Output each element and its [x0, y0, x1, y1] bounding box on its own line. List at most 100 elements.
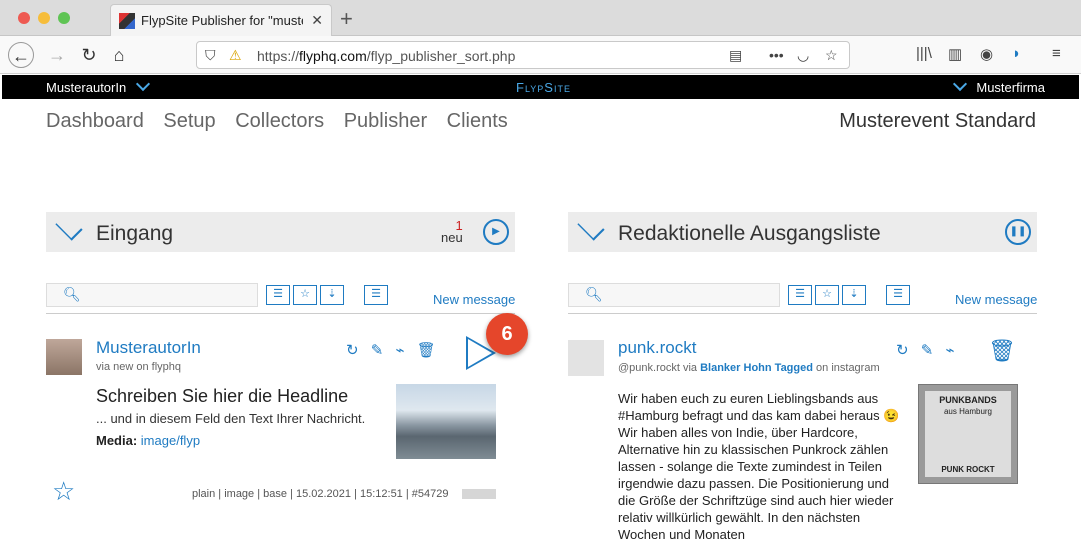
item-media: Media: image/flyp	[96, 433, 200, 448]
thumb-title: PUNKBANDS	[939, 395, 997, 405]
shield-icon[interactable]: ⛉	[205, 47, 216, 64]
sort-icon[interactable]: ⇣	[320, 285, 344, 305]
via-link[interactable]: Blanker Hohn Tagged	[700, 362, 813, 374]
thumb-footer: PUNK ROCKT	[941, 465, 995, 474]
compose-icon[interactable]: ☰	[886, 285, 910, 305]
item-meta: plain | image | base | 15.02.2021 | 15:1…	[192, 488, 449, 500]
close-window-button[interactable]	[18, 12, 30, 24]
pocket-icon[interactable]: ◡	[797, 47, 809, 64]
redacted-field	[462, 489, 496, 499]
item-source: @punk.rockt via Blanker Hohn Tagged on i…	[618, 362, 880, 374]
item-image[interactable]: PUNKBANDS aus Hamburg PUNK ROCKT	[918, 384, 1018, 484]
attach-icon[interactable]: ⌁	[946, 342, 955, 359]
browser-navbar: ← → ↻ ⌂ ⛉ ⚠ https://flyphq.com/flyp_publ…	[0, 36, 1081, 74]
home-icon[interactable]: ⌂	[106, 42, 132, 68]
outbox-search-input[interactable]: 🔍︎	[568, 283, 780, 307]
app-topbar: MusterautorIn FlypSite Musterfirma	[2, 75, 1079, 99]
item-text[interactable]: Wir haben euch zu euren Lieblingsbands a…	[618, 390, 908, 543]
item-source: via new on flyphq	[96, 361, 181, 373]
auto-play-icon[interactable]: ▶	[483, 219, 509, 245]
event-name[interactable]: Musterevent Standard	[839, 110, 1036, 133]
item-image[interactable]	[396, 384, 496, 459]
sidebar-icon[interactable]: ▥	[948, 45, 962, 63]
library-icon[interactable]: |||\	[916, 45, 932, 62]
new-count-label: neu	[441, 230, 463, 245]
inbox-search-input[interactable]: 🔍︎	[46, 283, 258, 307]
outbox-title: Redaktionelle Ausgangsliste	[618, 222, 881, 245]
tab-close-icon[interactable]: ✕	[311, 12, 323, 29]
via-prefix: @punk.rockt via	[618, 362, 698, 374]
back-button[interactable]: ←	[8, 42, 34, 68]
nav-dashboard[interactable]: Dashboard	[46, 110, 144, 132]
brand-logo: FlypSite	[516, 80, 571, 95]
zoom-window-button[interactable]	[58, 12, 70, 24]
outbox-panel-header: Redaktionelle Ausgangsliste	[568, 212, 1037, 252]
chevron-down-icon	[952, 76, 967, 92]
sort-icon[interactable]: ⇣	[842, 285, 866, 305]
nav-publisher[interactable]: Publisher	[344, 110, 427, 132]
reader-view-icon[interactable]: ▤	[729, 47, 742, 64]
list-view-icon[interactable]: ☰	[788, 285, 812, 305]
nav-collectors[interactable]: Collectors	[235, 110, 324, 132]
new-tab-button[interactable]: +	[340, 6, 353, 32]
favorite-star-icon[interactable]: ☆	[52, 476, 75, 507]
url-text[interactable]: https://flyphq.com/flyp_publisher_sort.p…	[257, 48, 515, 64]
media-label: Media:	[96, 433, 138, 448]
collapse-chevron-icon[interactable]	[55, 213, 83, 241]
collapse-chevron-icon[interactable]	[577, 213, 605, 241]
favorites-filter-icon[interactable]: ☆	[293, 285, 317, 305]
chevron-down-icon	[135, 76, 150, 92]
browser-tab[interactable]: FlypSite Publisher for "musterfi ✕	[110, 4, 332, 36]
divider	[568, 313, 1037, 314]
item-actions: ↻ ✎ ⌁ 🗑︎	[346, 341, 444, 359]
item-actions: ↻ ✎ ⌁	[896, 341, 963, 359]
company-menu[interactable]: Musterfirma	[952, 76, 1045, 95]
outbox-new-message-link[interactable]: New message	[955, 292, 1037, 307]
new-counter: 1 neu	[441, 219, 463, 245]
user-menu[interactable]: MusterautorIn	[46, 76, 150, 95]
item-headline[interactable]: Schreiben Sie hier die Headline	[96, 386, 348, 407]
flypsite-favicon-icon	[119, 13, 135, 29]
via-suffix: on instagram	[816, 362, 880, 374]
pause-sync-icon[interactable]: ❚❚	[1005, 219, 1031, 245]
compose-icon[interactable]: ☰	[364, 285, 388, 305]
insecure-lock-icon[interactable]: ⚠	[229, 47, 242, 64]
divider	[46, 313, 515, 314]
trash-icon[interactable]: 🗑︎	[417, 342, 436, 359]
tab-title: FlypSite Publisher for "musterfi	[141, 13, 303, 28]
item-text[interactable]: ... und in diesem Feld den Text Ihrer Na…	[96, 411, 365, 426]
item-author[interactable]: MusterautorIn	[96, 338, 201, 358]
image-content: PUNKBANDS aus Hamburg PUNK ROCKT	[925, 391, 1011, 477]
edit-icon[interactable]: ✎	[371, 342, 384, 359]
author-avatar	[46, 339, 82, 375]
step-badge: 6	[486, 313, 528, 355]
forward-button[interactable]: →	[44, 42, 70, 68]
favorites-filter-icon[interactable]: ☆	[815, 285, 839, 305]
media-link[interactable]: image/flyp	[141, 433, 200, 448]
list-view-icon[interactable]: ☰	[266, 285, 290, 305]
inbox-title: Eingang	[96, 222, 174, 245]
main-nav: Dashboard Setup Collectors Publisher Cli…	[46, 110, 522, 133]
page-actions-icon[interactable]: •••	[769, 47, 784, 63]
account-icon[interactable]: ◉	[980, 45, 993, 63]
menu-icon[interactable]: ≡	[1052, 45, 1061, 62]
dolphin-extension-icon[interactable]: ◗	[1012, 45, 1021, 62]
reload-button[interactable]: ↻	[76, 42, 102, 68]
item-author[interactable]: punk.rockt	[618, 338, 696, 358]
nav-setup[interactable]: Setup	[163, 110, 215, 132]
url-bar[interactable]: ⛉ ⚠ https://flyphq.com/flyp_publisher_so…	[196, 41, 850, 69]
attach-icon[interactable]: ⌁	[396, 342, 405, 359]
inbox-new-message-link[interactable]: New message	[433, 292, 515, 307]
edit-icon[interactable]: ✎	[921, 342, 934, 359]
minimize-window-button[interactable]	[38, 12, 50, 24]
user-name: MusterautorIn	[46, 80, 127, 95]
refresh-icon[interactable]: ↻	[896, 342, 909, 359]
browser-titlebar: FlypSite Publisher for "musterfi ✕ +	[0, 0, 1081, 36]
nav-clients[interactable]: Clients	[447, 110, 508, 132]
trash-icon[interactable]: 🗑︎	[988, 338, 1016, 364]
bookmark-star-icon[interactable]: ☆	[825, 47, 838, 64]
author-avatar-placeholder	[568, 340, 604, 376]
company-name: Musterfirma	[976, 80, 1045, 95]
thumb-subtitle: aus Hamburg	[943, 407, 993, 416]
refresh-icon[interactable]: ↻	[346, 342, 359, 359]
